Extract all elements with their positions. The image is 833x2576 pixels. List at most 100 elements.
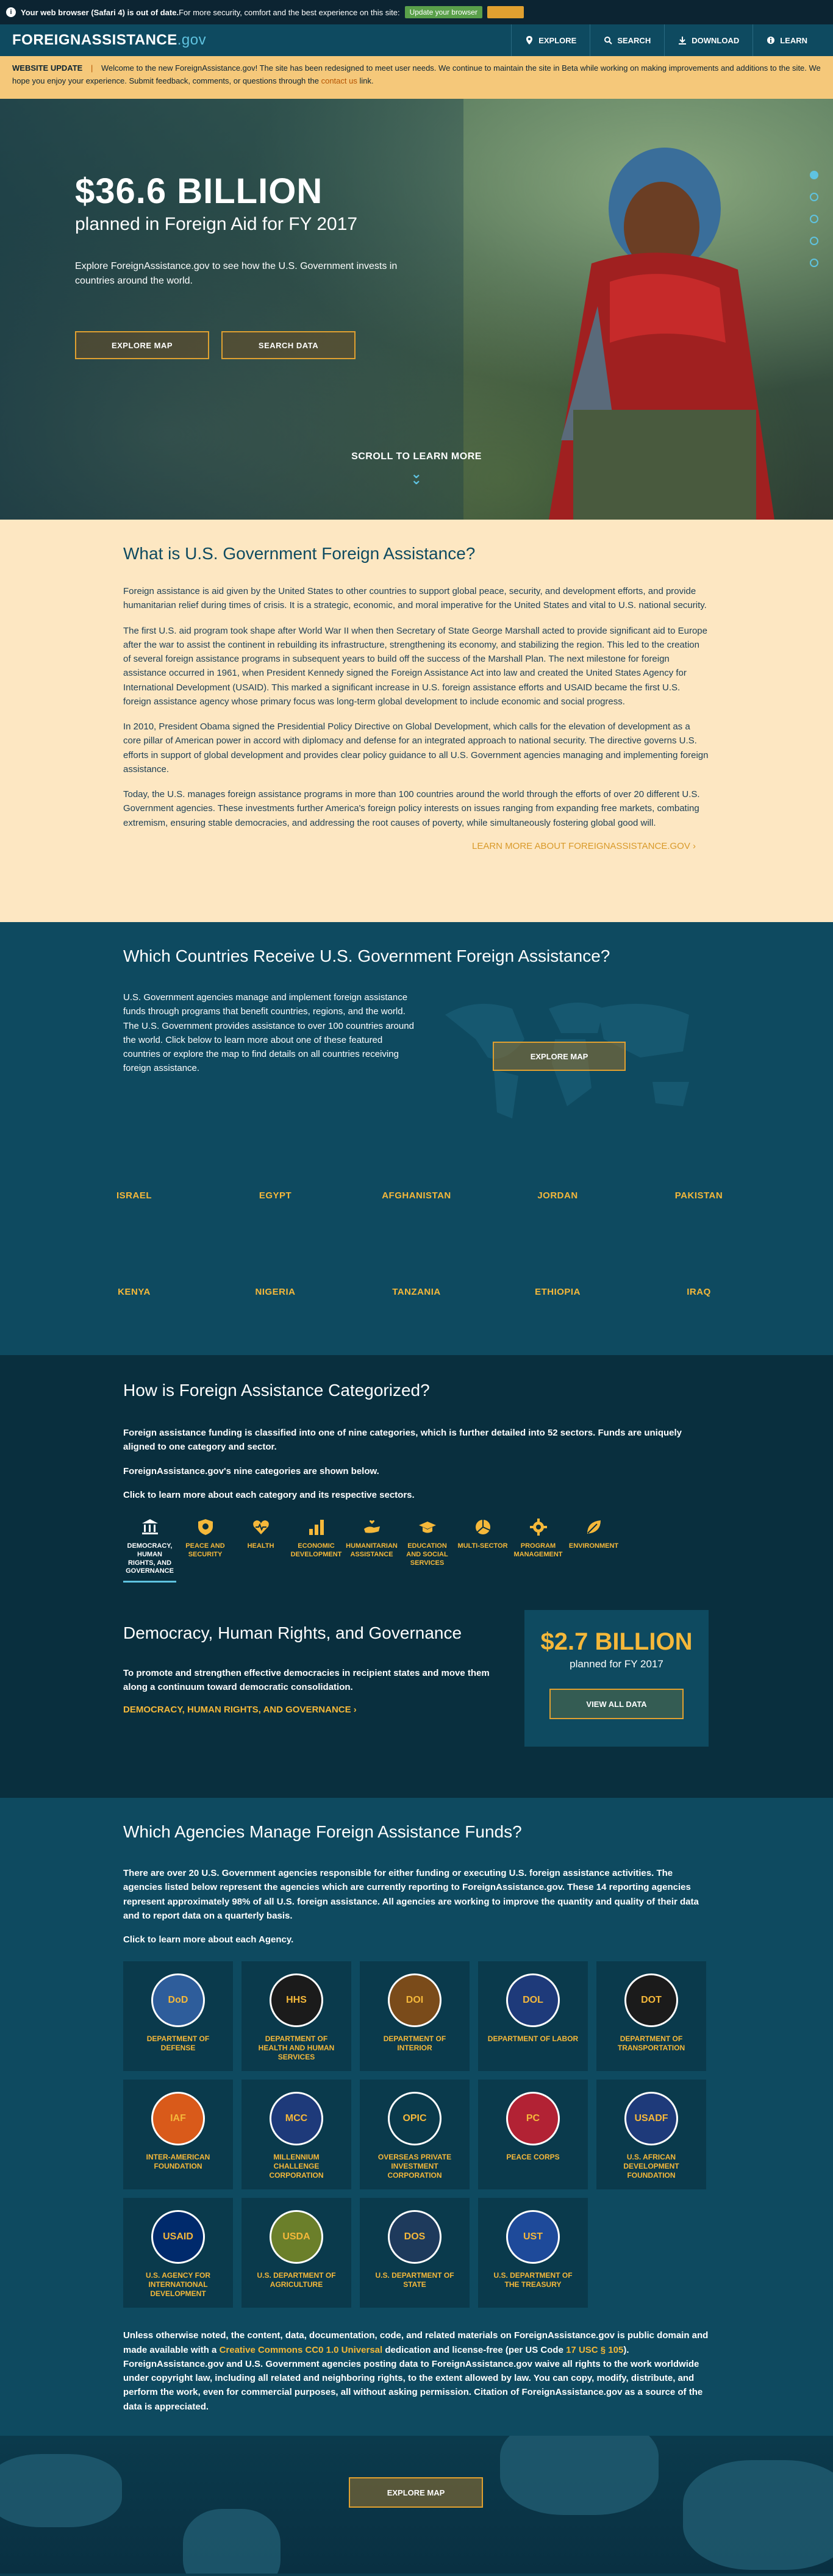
country-grid: ISRAEL EGYPT AFGHANISTAN JORDAN PAKISTAN… bbox=[0, 1190, 833, 1383]
countries-explore-map-button[interactable]: EXPLORE MAP bbox=[493, 1042, 626, 1071]
agency-seal-icon: DOT bbox=[624, 1973, 678, 2028]
agency-card[interactable]: USADF U.S. AFRICAN DEVELOPMENT FOUNDATION bbox=[596, 2080, 706, 2190]
section-dot[interactable] bbox=[810, 215, 818, 223]
nav-download[interactable]: DOWNLOAD bbox=[664, 24, 753, 56]
selected-category-link[interactable]: DEMOCRACY, HUMAN RIGHTS, AND GOVERNANCE … bbox=[123, 1705, 513, 1715]
pie-chart-icon bbox=[473, 1517, 493, 1537]
agency-card[interactable]: USAID U.S. AGENCY FOR INTERNATIONAL DEVEL… bbox=[123, 2198, 233, 2308]
agency-label: DEPARTMENT OF HEALTH AND HUMAN SERVICES bbox=[258, 2034, 335, 2062]
category-health[interactable]: HEALTH bbox=[234, 1517, 287, 1583]
category-label: DEMOCRACY, HUMAN RIGHTS, AND GOVERNANCE bbox=[126, 1542, 174, 1575]
hero-amount: $36.6 BILLION bbox=[75, 171, 323, 211]
category-economic-development[interactable]: ECONOMIC DEVELOPMENT bbox=[290, 1517, 343, 1583]
categories-paragraph: Foreign assistance funding is classified… bbox=[123, 1428, 682, 1453]
info-icon bbox=[767, 37, 775, 44]
nav-learn[interactable]: LEARN bbox=[753, 24, 821, 56]
logo-suffix-text: .gov bbox=[177, 32, 207, 48]
section-dot[interactable] bbox=[810, 171, 818, 179]
agency-card[interactable]: MCC MILLENNIUM CHALLENGE CORPORATION bbox=[241, 2080, 351, 2190]
ignore-button[interactable] bbox=[487, 6, 524, 18]
map-pin-icon bbox=[526, 36, 533, 45]
nav-explore[interactable]: EXPLORE bbox=[511, 24, 590, 56]
gear-icon bbox=[528, 1517, 549, 1537]
agency-card[interactable]: DOT DEPARTMENT OF TRANSPORTATION bbox=[596, 1961, 706, 2072]
agency-seal-icon: IAF bbox=[151, 2092, 205, 2146]
hero-description: Explore ForeignAssistance.gov to see how… bbox=[75, 261, 398, 286]
agency-seal-icon: HHS bbox=[270, 1973, 323, 2028]
chevron-right-icon: › bbox=[353, 1704, 357, 1715]
hero-subtitle: planned in Foreign Aid for FY 2017 bbox=[75, 214, 358, 234]
category-label: EDUCATION AND SOCIAL SERVICES bbox=[406, 1542, 448, 1567]
agency-card[interactable]: USDA U.S. DEPARTMENT OF AGRICULTURE bbox=[241, 2198, 351, 2308]
footer-map-section: EXPLORE MAP bbox=[0, 2436, 833, 2574]
section-nav-dots bbox=[810, 171, 818, 267]
agency-seal-icon: DOL bbox=[506, 1973, 560, 2028]
country-israel[interactable]: ISRAEL bbox=[73, 1190, 195, 1287]
section-dot[interactable] bbox=[810, 237, 818, 245]
category-democracy[interactable]: DEMOCRACY, HUMAN RIGHTS, AND GOVERNANCE bbox=[123, 1517, 176, 1583]
view-all-data-button[interactable]: VIEW ALL DATA bbox=[549, 1689, 684, 1719]
category-label: ECONOMIC DEVELOPMENT bbox=[290, 1542, 342, 1558]
selected-category-description: To promote and strengthen effective demo… bbox=[123, 1668, 490, 1693]
agency-card[interactable]: PC PEACE CORPS bbox=[478, 2080, 588, 2190]
category-education[interactable]: EDUCATION AND SOCIAL SERVICES bbox=[401, 1517, 454, 1583]
what-paragraph: Foreign assistance is aid given by the U… bbox=[123, 586, 707, 611]
categories-paragraph: Click to learn more about each category … bbox=[123, 1489, 415, 1500]
graduation-cap-icon bbox=[417, 1517, 438, 1537]
hero-buttons: EXPLORE MAP SEARCH DATA bbox=[75, 331, 404, 359]
country-pakistan[interactable]: PAKISTAN bbox=[638, 1190, 760, 1287]
nav-search[interactable]: SEARCH bbox=[590, 24, 664, 56]
learn-more-label: LEARN MORE ABOUT FOREIGNASSISTANCE.GOV bbox=[472, 840, 690, 851]
site-logo[interactable]: FOREIGNASSISTANCE.gov bbox=[12, 32, 206, 49]
agency-seal-icon: MCC bbox=[270, 2092, 323, 2146]
category-label: HEALTH bbox=[247, 1542, 274, 1550]
map-continent bbox=[0, 2454, 122, 2527]
nav-explore-label: EXPLORE bbox=[538, 35, 577, 45]
section-dot[interactable] bbox=[810, 193, 818, 201]
learn-more-link[interactable]: LEARN MORE ABOUT FOREIGNASSISTANCE.GOV › bbox=[472, 841, 833, 851]
category-amount: $2.7 BILLION bbox=[540, 1628, 693, 1655]
scroll-to-learn[interactable]: SCROLL TO LEARN MORE ⌄ ⌄ bbox=[351, 451, 482, 487]
agency-card[interactable]: DOI DEPARTMENT OF INTERIOR bbox=[360, 1961, 470, 2072]
scroll-label: SCROLL TO LEARN MORE bbox=[351, 451, 482, 462]
chevron-down-icon: ⌄ ⌄ bbox=[410, 466, 423, 487]
agency-seal-icon: USAID bbox=[151, 2210, 205, 2264]
country-jordan[interactable]: JORDAN bbox=[497, 1190, 619, 1287]
agency-card[interactable]: DOS U.S. DEPARTMENT OF STATE bbox=[360, 2198, 470, 2308]
helping-hand-icon bbox=[362, 1517, 382, 1537]
agency-card[interactable]: UST U.S. DEPARTMENT OF THE TREASURY bbox=[478, 2198, 588, 2308]
agency-grid: DoD DEPARTMENT OF DEFENSE HHS DEPARTMENT OF… bbox=[123, 1961, 833, 2308]
category-humanitarian[interactable]: HUMANITARIAN ASSISTANCE bbox=[345, 1517, 398, 1583]
category-environment[interactable]: ENVIRONMENT bbox=[567, 1517, 620, 1583]
agency-card[interactable]: IAF INTER-AMERICAN FOUNDATION bbox=[123, 2080, 233, 2190]
selected-category-title: Democracy, Human Rights, and Governance bbox=[123, 1623, 462, 1642]
country-afghanistan[interactable]: AFGHANISTAN bbox=[356, 1190, 477, 1287]
category-program-management[interactable]: PROGRAM MANAGEMENT bbox=[512, 1517, 565, 1583]
contact-us-link[interactable]: contact us bbox=[321, 76, 357, 85]
agency-label: U.S. AGENCY FOR INTERNATIONAL DEVELOPMEN… bbox=[145, 2271, 210, 2299]
agency-card[interactable]: HHS DEPARTMENT OF HEALTH AND HUMAN SERVIC… bbox=[241, 1961, 351, 2072]
category-multi-sector[interactable]: MULTI-SECTOR bbox=[456, 1517, 509, 1583]
selected-category-detail: Democracy, Human Rights, and Governance … bbox=[123, 1623, 513, 1715]
what-title: What is U.S. Government Foreign Assistan… bbox=[123, 544, 476, 563]
government-building-icon bbox=[140, 1517, 160, 1537]
agency-label: U.S. AFRICAN DEVELOPMENT FOUNDATION bbox=[623, 2153, 679, 2180]
update-browser-button[interactable]: Update your browser bbox=[404, 6, 482, 18]
agency-card[interactable]: DoD DEPARTMENT OF DEFENSE bbox=[123, 1961, 233, 2072]
agency-label: MILLENNIUM CHALLENGE CORPORATION bbox=[269, 2153, 324, 2180]
cc0-license-link[interactable]: Creative Commons CC0 1.0 Universal bbox=[220, 2345, 383, 2355]
hero-search-data-button[interactable]: SEARCH DATA bbox=[221, 331, 356, 359]
section-dot[interactable] bbox=[810, 259, 818, 267]
usc-105-link[interactable]: 17 USC § 105 bbox=[566, 2345, 623, 2355]
category-peace-security[interactable]: PEACE AND SECURITY bbox=[179, 1517, 232, 1583]
logo-main-text: FOREIGNASSISTANCE bbox=[12, 32, 177, 48]
categories-section: How is Foreign Assistance Categorized? F… bbox=[0, 1355, 833, 1798]
footer-explore-map-button[interactable]: EXPLORE MAP bbox=[349, 2477, 483, 2508]
country-egypt[interactable]: EGYPT bbox=[215, 1190, 337, 1287]
agency-card[interactable]: DOL DEPARTMENT OF LABOR bbox=[478, 1961, 588, 2072]
agency-label: OVERSEAS PRIVATE INVESTMENT CORPORATION bbox=[377, 2153, 452, 2180]
agency-card[interactable]: OPIC OVERSEAS PRIVATE INVESTMENT CORPORAT… bbox=[360, 2080, 470, 2190]
hero-explore-map-button[interactable]: EXPLORE MAP bbox=[75, 331, 209, 359]
agencies-title: Which Agencies Manage Foreign Assistance… bbox=[123, 1822, 522, 1841]
agency-seal-icon: DOI bbox=[388, 1973, 442, 2028]
